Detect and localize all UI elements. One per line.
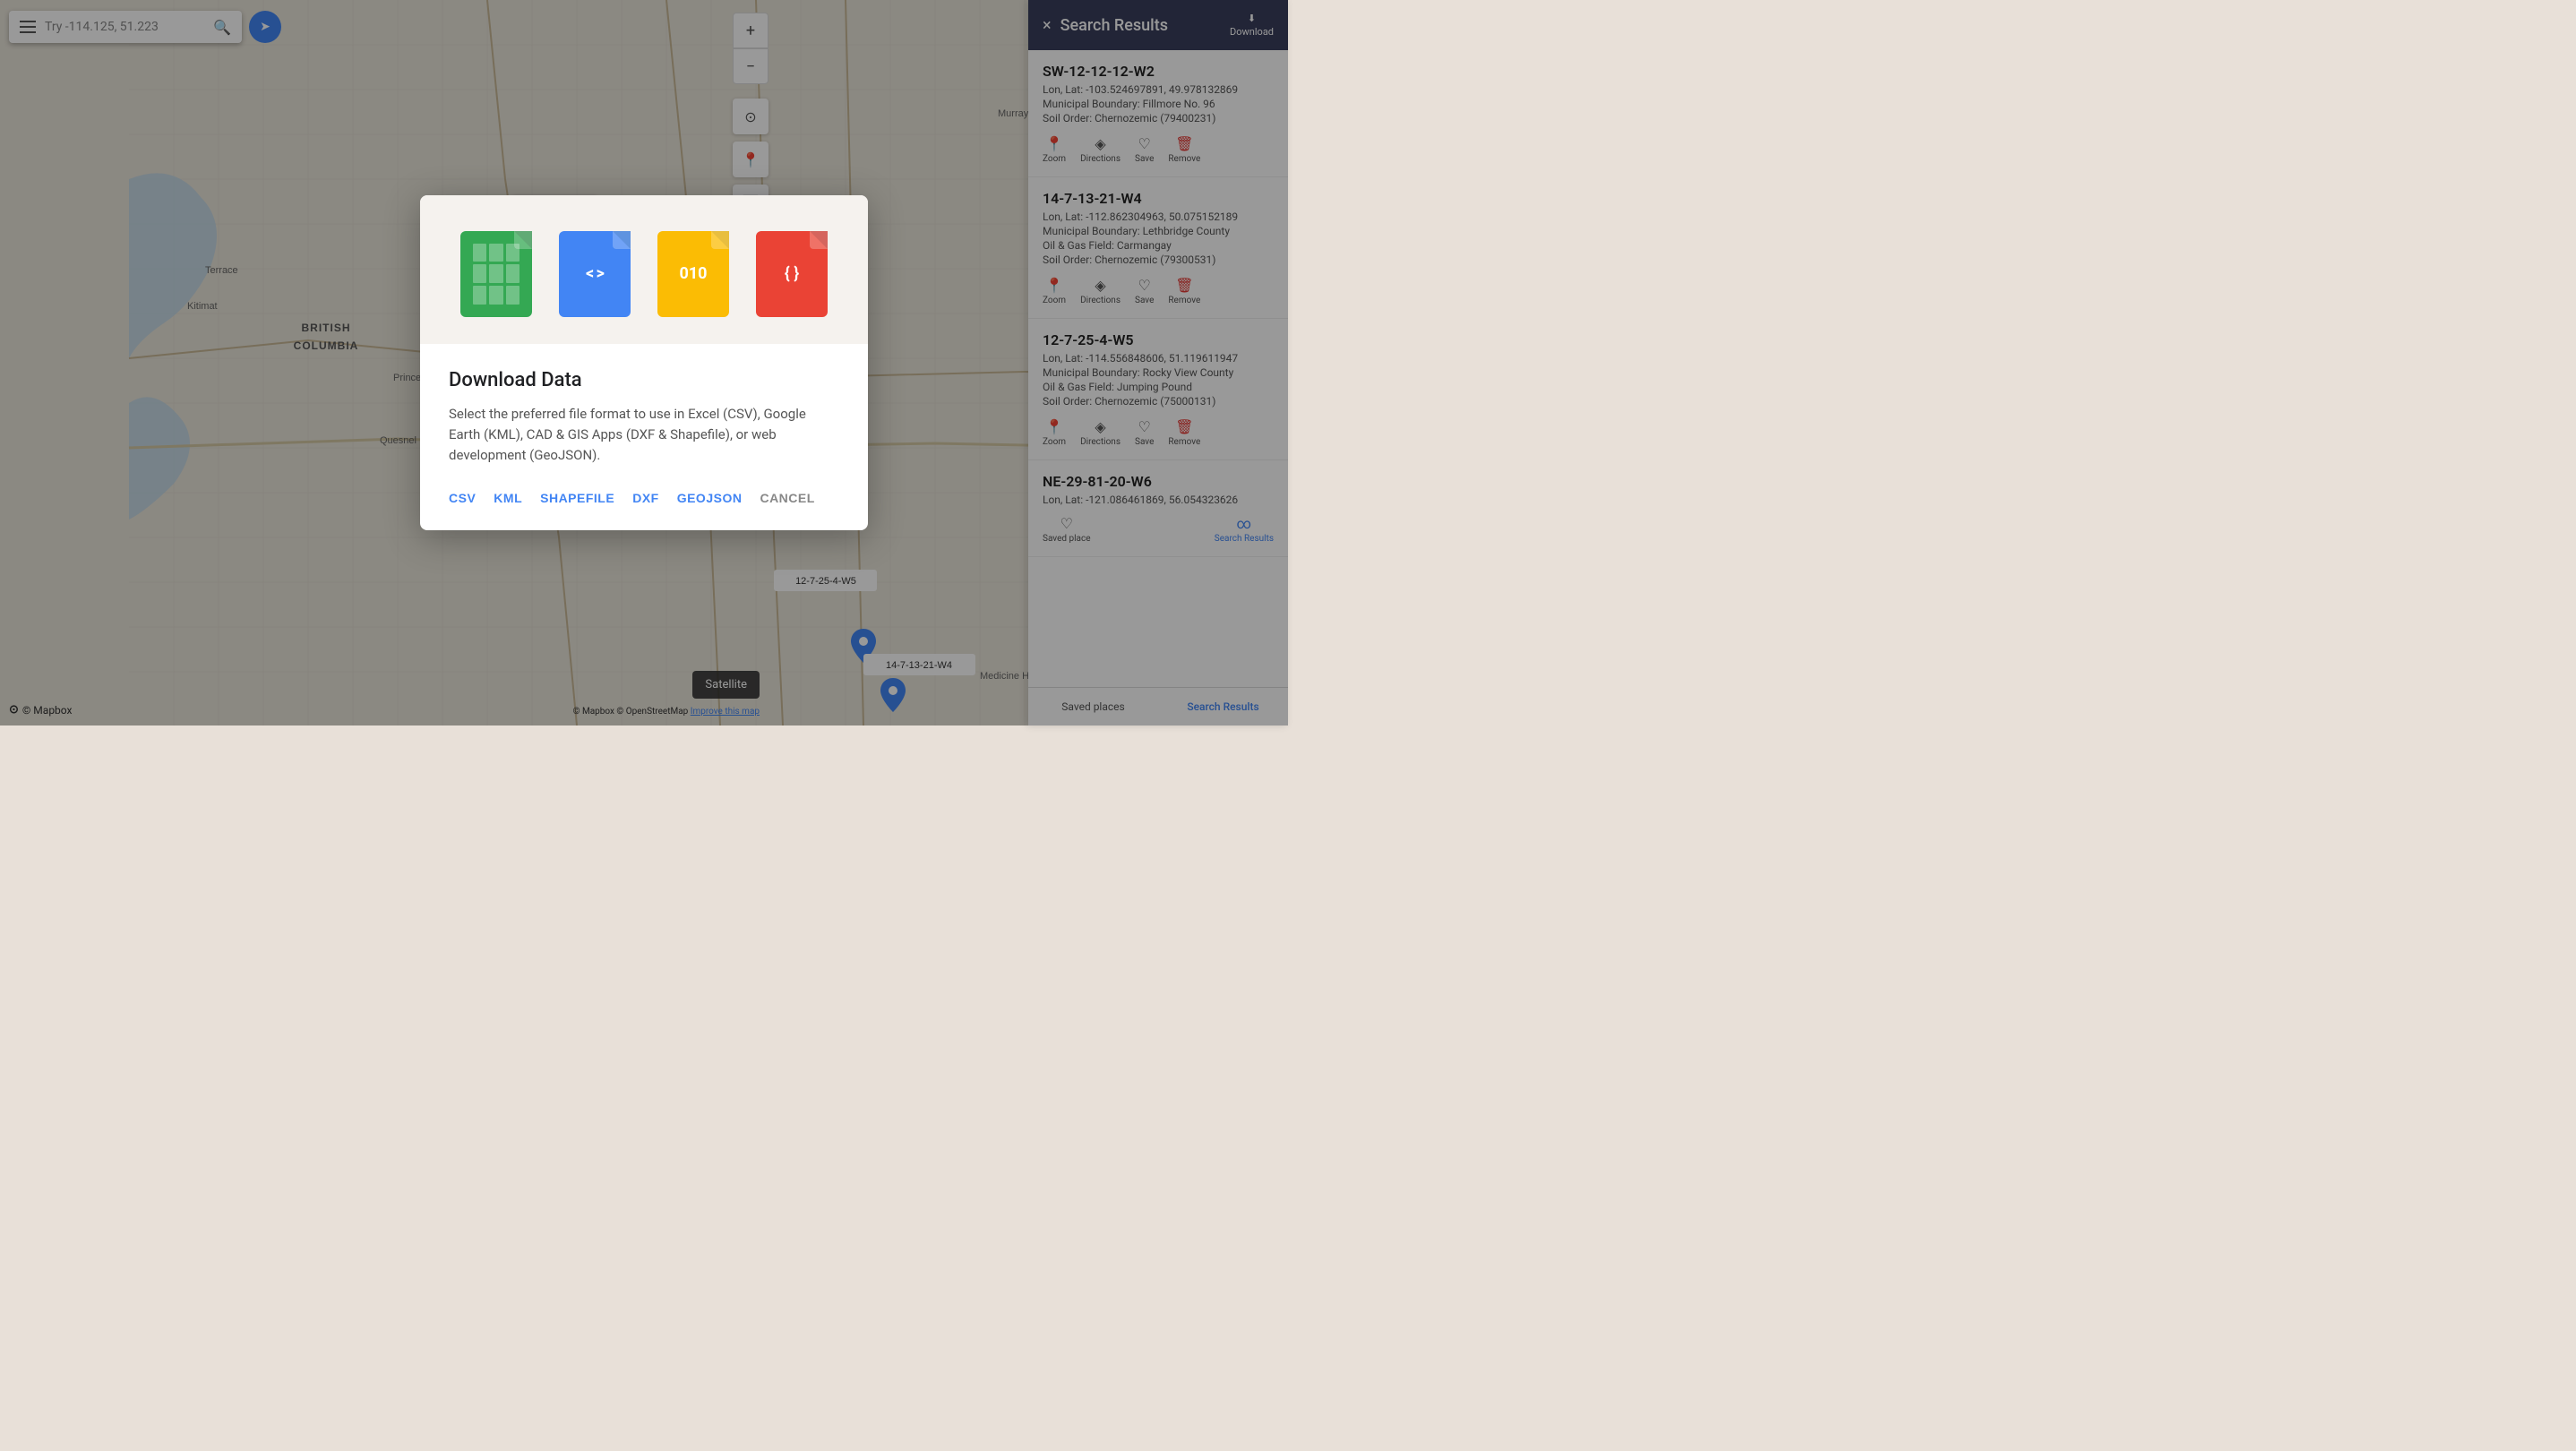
file-fold-kml (613, 231, 631, 249)
kml-button[interactable]: KML (494, 487, 522, 509)
modal-title: Download Data (449, 369, 839, 391)
geojson-file-icon: { } (756, 231, 828, 317)
geojson-button[interactable]: GEOJSON (677, 487, 743, 509)
csv-file-icon (460, 231, 532, 317)
modal-overlay: < > 010 { } Download Data Select the pre… (0, 0, 1288, 726)
dxf-button[interactable]: DXF (632, 487, 659, 509)
cancel-button[interactable]: CANCEL (760, 487, 814, 509)
csv-grid (460, 231, 532, 317)
modal-description: Select the preferred file format to use … (449, 404, 839, 467)
csv-button[interactable]: CSV (449, 487, 476, 509)
download-modal: < > 010 { } Download Data Select the pre… (420, 195, 868, 531)
shapefile-button[interactable]: SHAPEFILE (540, 487, 614, 509)
file-fold-json (810, 231, 828, 249)
file-fold-shp (711, 231, 729, 249)
kml-icon-content: < > (586, 264, 604, 283)
modal-icons-area: < > 010 { } (420, 195, 868, 344)
shapefile-icon: 010 (657, 231, 729, 317)
modal-body: Download Data Select the preferred file … (420, 344, 868, 531)
modal-action-buttons: CSV KML SHAPEFILE DXF GEOJSON CANCEL (449, 487, 839, 509)
kml-file-icon: < > (559, 231, 631, 317)
shp-icon-content: 010 (680, 264, 708, 283)
geojson-icon-content: { } (785, 264, 799, 283)
